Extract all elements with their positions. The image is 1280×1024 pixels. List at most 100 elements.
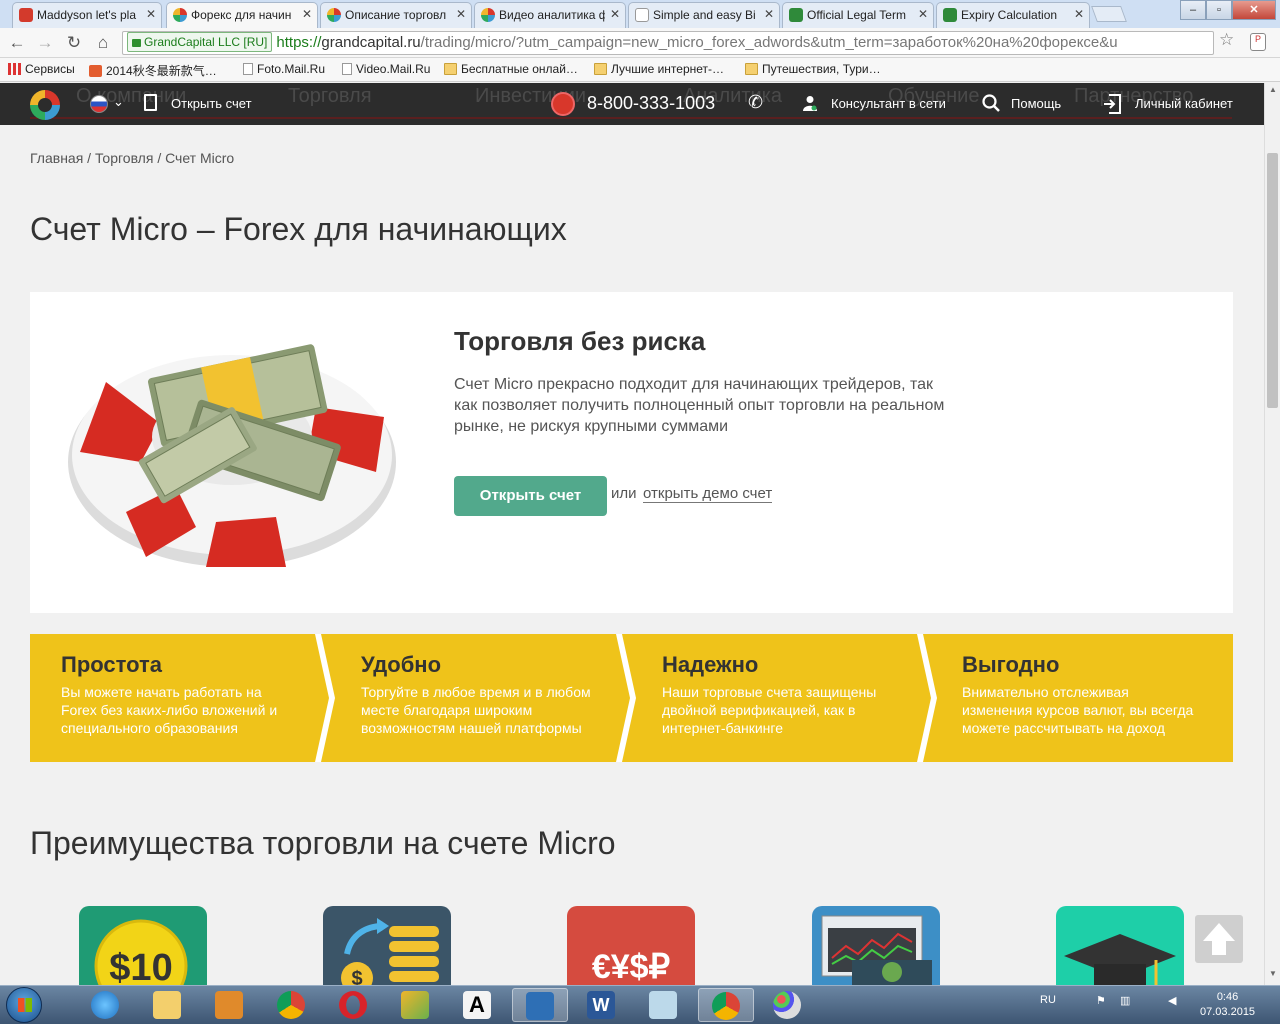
login-icon <box>1103 94 1121 119</box>
scroll-to-top-button[interactable] <box>1195 915 1243 963</box>
open-demo-account-link[interactable]: открыть демо счет <box>643 485 773 503</box>
browser-tab[interactable]: Simple and easy Bi ✕ <box>628 2 780 28</box>
start-button[interactable] <box>6 987 42 1023</box>
browser-tab[interactable]: Official Legal Term ✕ <box>782 2 934 28</box>
tab-label: Форекс для начин <box>191 8 292 22</box>
folder-icon <box>444 63 457 75</box>
phone-icon[interactable]: ✆ <box>748 92 763 113</box>
feature-text: Торгуйте в любое время и в любом месте б… <box>361 684 591 736</box>
grandcapital-logo[interactable] <box>30 90 60 120</box>
explorer-icon <box>153 991 181 1019</box>
volume-icon[interactable]: ◀ <box>1168 994 1176 1007</box>
grandcapital-favicon-icon <box>173 8 187 22</box>
home-icon[interactable]: ⌂ <box>92 32 114 54</box>
consultant-online-link[interactable]: Консультант в сети <box>831 96 946 111</box>
bookmark-item[interactable]: Foto.Mail.Ru <box>243 62 325 76</box>
header-divider <box>30 117 1232 119</box>
browser-tab[interactable]: Expiry Calculation ✕ <box>936 2 1090 28</box>
taskbar-button[interactable] <box>760 988 816 1022</box>
advantages-heading: Преимущества торговли на счете Micro <box>30 825 616 861</box>
txt-ru-icon <box>526 992 554 1020</box>
notepad-icon <box>649 991 677 1019</box>
system-clock[interactable]: 0:46 07.03.2015 <box>1200 990 1255 1020</box>
lifebuoy-money-image <box>68 344 396 567</box>
taskbar-button[interactable]: W <box>574 988 630 1022</box>
reload-icon[interactable]: ↻ <box>63 32 85 54</box>
page-icon <box>243 63 253 75</box>
extension-icon[interactable]: P <box>1250 33 1266 51</box>
personal-cabinet-link[interactable]: Личный кабинет <box>1135 96 1233 111</box>
phone-number[interactable]: 8-800-333-1003 <box>587 93 715 114</box>
bookmark-item[interactable]: Лучшие интернет-… <box>594 62 724 76</box>
help-link[interactable]: Помощь <box>1011 96 1061 111</box>
close-tab-icon[interactable]: ✕ <box>302 7 312 21</box>
breadcrumb[interactable]: Главная / Торговля / Счет Micro <box>30 150 234 166</box>
browser-tab[interactable]: Maddyson let's pla ✕ <box>12 2 162 28</box>
tab-label: Official Legal Term <box>807 8 906 22</box>
taskbar-button[interactable] <box>140 988 196 1022</box>
flag-icon[interactable]: ⚑ <box>1096 994 1106 1007</box>
butterfly-app-icon <box>401 991 429 1019</box>
feature-title: Надежно <box>662 652 759 677</box>
russian-flag-icon[interactable] <box>90 95 108 113</box>
paint-icon <box>773 991 801 1019</box>
feature-card: Выгодно Внимательно отслеживая изменения… <box>962 634 1242 737</box>
coin-stack-icon: $ <box>323 906 451 985</box>
windows-logo-icon <box>18 998 32 1012</box>
taskbar-button[interactable] <box>698 988 754 1022</box>
taskbar-button[interactable] <box>388 988 444 1022</box>
chrome-icon <box>277 991 305 1019</box>
chevron-down-icon[interactable]: ⌄ <box>113 94 124 110</box>
opera-icon <box>339 991 367 1019</box>
vertical-scrollbar[interactable]: ▲ ▼ <box>1264 83 1280 985</box>
browser-tab-active[interactable]: Форекс для начин ✕ <box>166 2 318 28</box>
taskbar-button[interactable] <box>512 988 568 1022</box>
network-icon[interactable]: ▥ <box>1120 994 1130 1007</box>
taskbar-button[interactable] <box>202 988 258 1022</box>
folder-icon <box>745 63 758 75</box>
language-indicator[interactable]: RU <box>1040 994 1056 1006</box>
browser-tab[interactable]: Видео аналитика ф ✕ <box>474 2 626 28</box>
close-tab-icon[interactable]: ✕ <box>146 7 156 21</box>
back-arrow-icon[interactable]: ← <box>6 32 28 54</box>
taskbar-button[interactable] <box>636 988 692 1022</box>
close-tab-icon[interactable]: ✕ <box>1074 7 1084 21</box>
taskbar-button[interactable]: A <box>450 988 506 1022</box>
bookmark-item[interactable]: Путешествия, Тури… <box>745 62 881 76</box>
feature-title: Удобно <box>361 652 442 677</box>
scroll-down-arrow-icon[interactable]: ▼ <box>1268 969 1278 978</box>
bookmark-star-icon[interactable]: ☆ <box>1219 30 1234 50</box>
minimize-button[interactable]: – <box>1180 0 1206 20</box>
document-icon <box>144 94 157 111</box>
windows-taskbar: A W RU ⚑ ▥ ◀ 0:46 07.03.2015 <box>0 985 1280 1024</box>
new-tab-button[interactable] <box>1091 6 1127 22</box>
close-tab-icon[interactable]: ✕ <box>918 7 928 21</box>
font-app-icon: A <box>463 991 491 1019</box>
scrollbar-thumb[interactable] <box>1267 153 1278 408</box>
chrome-icon <box>712 992 740 1020</box>
clock-date: 07.03.2015 <box>1200 1006 1256 1018</box>
search-icon[interactable] <box>982 94 1000 117</box>
taskbar-button[interactable] <box>326 988 382 1022</box>
open-account-button[interactable]: Открыть счет <box>454 476 607 516</box>
open-account-link[interactable]: Открыть счет <box>171 96 252 111</box>
close-tab-icon[interactable]: ✕ <box>764 7 774 21</box>
browser-tab[interactable]: Описание торговл ✕ <box>320 2 472 28</box>
restore-button[interactable]: ▫ <box>1206 0 1232 20</box>
close-tab-icon[interactable]: ✕ <box>456 7 466 21</box>
address-bar[interactable]: GrandCapital LLC [RU] https://grandcapita… <box>122 31 1214 55</box>
taskbar-button[interactable] <box>78 988 134 1022</box>
taskbar-button[interactable] <box>264 988 320 1022</box>
word-icon: W <box>587 991 615 1019</box>
bookmark-label: Foto.Mail.Ru <box>257 62 326 76</box>
bookmark-item[interactable]: Бесплатные онлай… <box>444 62 578 76</box>
bookmark-item[interactable]: 2014秋冬最新款气… <box>89 62 217 79</box>
scroll-up-arrow-icon[interactable]: ▲ <box>1268 85 1278 94</box>
forward-arrow-icon[interactable]: → <box>34 32 56 54</box>
bookmark-item[interactable]: Video.Mail.Ru <box>342 62 430 76</box>
close-window-button[interactable]: ✕ <box>1232 0 1276 20</box>
menu-item-trading[interactable]: Торговля <box>288 85 372 108</box>
close-tab-icon[interactable]: ✕ <box>610 7 620 21</box>
bookmark-item[interactable]: Сервисы <box>8 62 75 76</box>
ev-certificate-badge[interactable]: GrandCapital LLC [RU] <box>127 32 273 52</box>
